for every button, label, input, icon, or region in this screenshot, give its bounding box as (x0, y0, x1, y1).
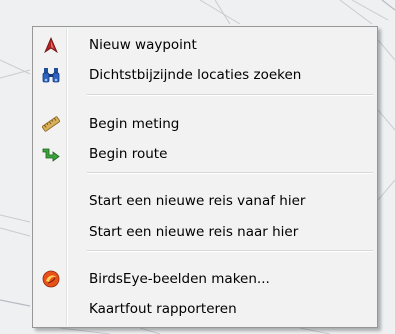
menu-item-label: Dichtstbijzijnde locaties zoeken (89, 67, 302, 83)
menu-item-find-nearby-locations[interactable]: Dichtstbijzijnde locaties zoeken (35, 61, 375, 89)
menu-separator (87, 94, 373, 96)
menu-separator (87, 250, 373, 252)
menu-separator (87, 172, 373, 174)
waypoint-pin-icon (42, 36, 60, 54)
menu-item-begin-measurement[interactable]: Begin meting (35, 110, 375, 138)
menu-item-create-birdseye-images[interactable]: BirdsEye-beelden maken... (35, 265, 375, 293)
menu-item-start-trip-to-here[interactable]: Start een nieuwe reis naar hier (35, 218, 375, 246)
route-arrow-icon (42, 145, 60, 163)
menu-item-begin-route[interactable]: Begin route (35, 140, 375, 168)
ruler-icon (42, 115, 60, 133)
menu-item-label: Start een nieuwe reis naar hier (89, 224, 299, 240)
binoculars-icon (42, 66, 60, 84)
menu-item-label: Start een nieuwe reis vanaf hier (89, 193, 306, 209)
menu-item-report-map-error[interactable]: Kaartfout rapporteren (35, 295, 375, 323)
menu-item-new-waypoint[interactable]: Nieuw waypoint (35, 31, 375, 59)
menu-item-start-trip-from-here[interactable]: Start een nieuwe reis vanaf hier (35, 187, 375, 215)
menu-item-label: Kaartfout rapporteren (89, 301, 237, 317)
birdseye-icon (42, 270, 60, 288)
menu-item-label: Begin meting (89, 116, 180, 132)
menu-item-label: Begin route (89, 146, 168, 162)
menu-item-label: Nieuw waypoint (89, 37, 197, 53)
context-menu: Nieuw waypoint Dichtstbijzijnde locaties… (32, 26, 378, 328)
menu-item-label: BirdsEye-beelden maken... (89, 271, 270, 287)
